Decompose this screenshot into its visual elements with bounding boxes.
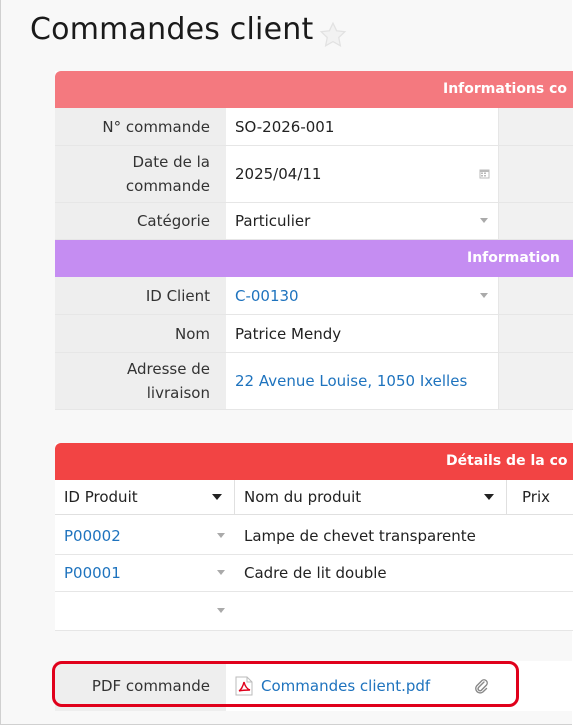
field-label: Nom bbox=[55, 315, 226, 352]
column-header-price[interactable]: Prix bbox=[507, 480, 573, 514]
table-row[interactable]: P00001 Cadre de lit double bbox=[55, 555, 573, 592]
client-id-select[interactable]: C-00130 bbox=[226, 277, 498, 314]
product-id-cell[interactable]: P00001 bbox=[55, 555, 235, 591]
product-id-cell[interactable]: P00002 bbox=[55, 518, 235, 554]
order-details-card: Détails de la co ID Produit Nom du produ… bbox=[55, 443, 573, 631]
product-name-cell[interactable]: Cadre de lit double bbox=[235, 555, 507, 591]
client-name-value[interactable]: Patrice Mendy bbox=[226, 315, 498, 352]
order-date-value: 2025/04/11 bbox=[235, 165, 322, 183]
chevron-down-icon[interactable] bbox=[217, 533, 225, 538]
order-details-header: Détails de la co bbox=[55, 443, 573, 480]
sort-caret-icon[interactable] bbox=[212, 494, 222, 500]
page-title: Commandes client bbox=[30, 12, 314, 47]
field-row-category: Catégorie Particulier bbox=[55, 203, 573, 240]
order-number-value[interactable]: SO-2026-001 bbox=[226, 108, 498, 145]
highlight-box bbox=[52, 661, 519, 707]
order-date-field[interactable]: 2025/04/11 bbox=[226, 146, 498, 202]
product-name-cell[interactable]: Lampe de chevet transparente bbox=[235, 518, 507, 554]
product-id-cell[interactable] bbox=[55, 592, 235, 630]
table-row[interactable]: P00002 Lampe de chevet transparente bbox=[55, 518, 573, 555]
column-header-product-id[interactable]: ID Produit bbox=[55, 480, 235, 514]
delivery-address-link[interactable]: 22 Avenue Louise, 1050 Ixelles bbox=[226, 353, 498, 409]
category-select[interactable]: Particulier bbox=[226, 203, 498, 239]
chevron-down-icon[interactable] bbox=[480, 292, 488, 298]
field-label: Date de la commande bbox=[55, 146, 226, 202]
field-row-client-id: ID Client C-00130 bbox=[55, 277, 573, 315]
product-name-cell[interactable] bbox=[235, 592, 507, 630]
order-info-card: Informations co N° commande SO-2026-001 … bbox=[55, 71, 573, 410]
price-cell[interactable] bbox=[507, 555, 573, 591]
table-header: ID Produit Nom du produit Prix bbox=[55, 480, 573, 515]
sort-caret-icon[interactable] bbox=[484, 494, 494, 500]
price-cell[interactable] bbox=[507, 518, 573, 554]
field-label: Catégorie bbox=[55, 203, 226, 239]
chevron-down-icon[interactable] bbox=[217, 608, 225, 613]
client-id-link[interactable]: C-00130 bbox=[235, 287, 299, 305]
table-row-empty[interactable] bbox=[55, 592, 573, 631]
order-info-header: Informations co bbox=[55, 71, 573, 108]
client-info-header: Information bbox=[55, 240, 573, 277]
field-row-client-name: Nom Patrice Mendy bbox=[55, 315, 573, 353]
field-label: ID Client bbox=[55, 277, 226, 314]
field-row-order-number: N° commande SO-2026-001 bbox=[55, 108, 573, 146]
favorite-star-icon[interactable] bbox=[318, 20, 348, 50]
chevron-down-icon[interactable] bbox=[480, 218, 488, 223]
calendar-icon[interactable] bbox=[479, 168, 490, 179]
field-label: N° commande bbox=[55, 108, 226, 145]
field-row-delivery-address: Adresse de livraison 22 Avenue Louise, 1… bbox=[55, 353, 573, 410]
field-label: Adresse de livraison bbox=[55, 353, 226, 409]
column-header-product-name[interactable]: Nom du produit bbox=[235, 480, 507, 514]
chevron-down-icon[interactable] bbox=[217, 570, 225, 575]
category-value: Particulier bbox=[235, 212, 311, 230]
field-row-order-date: Date de la commande 2025/04/11 bbox=[55, 146, 573, 203]
price-cell[interactable] bbox=[507, 592, 573, 630]
